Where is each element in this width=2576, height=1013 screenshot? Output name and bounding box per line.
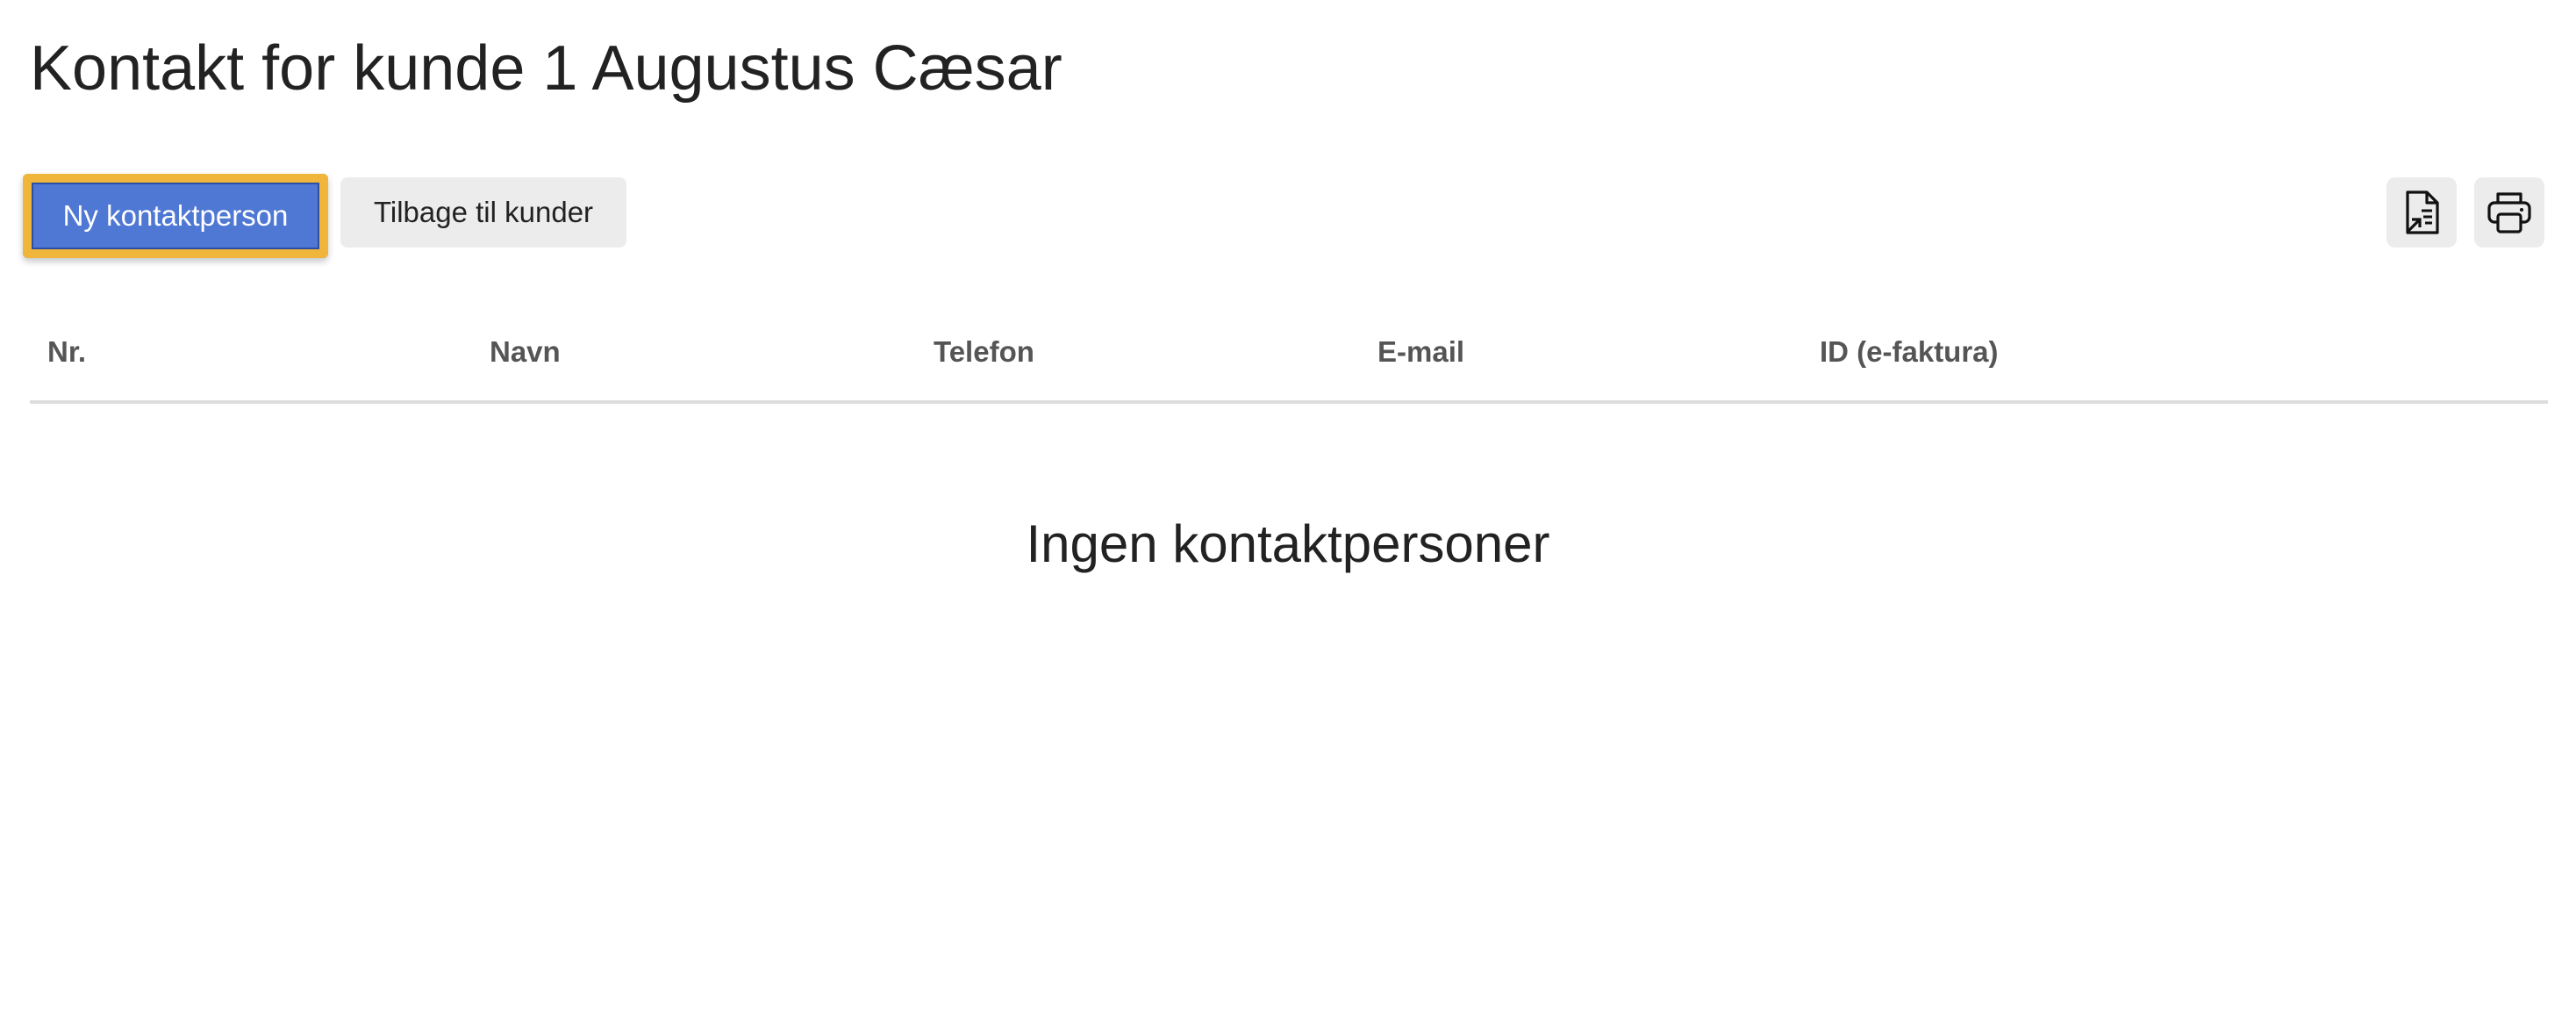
print-button[interactable] <box>2474 177 2544 248</box>
page-title: Kontakt for kunde 1 Augustus Cæsar <box>30 33 1063 104</box>
empty-state-message: Ingen kontaktpersoner <box>1026 514 1550 573</box>
column-header-telefon[interactable]: Telefon <box>934 335 1034 369</box>
file-export-icon <box>2401 190 2443 235</box>
column-header-navn[interactable]: Navn <box>490 335 561 369</box>
column-header-email[interactable]: E-mail <box>1377 335 1464 369</box>
contacts-table: Nr. Navn Telefon E-mail ID (e-faktura) <box>30 316 2548 404</box>
page: Kontakt for kunde 1 Augustus Cæsar Ny ko… <box>0 0 2576 1013</box>
column-header-nr[interactable]: Nr. <box>47 335 86 369</box>
new-contact-button[interactable]: Ny kontaktperson <box>23 174 328 258</box>
column-header-id-efaktura[interactable]: ID (e-faktura) <box>1820 335 1999 369</box>
export-button[interactable] <box>2386 177 2457 248</box>
toolbar: Ny kontaktperson Tilbage til kunder <box>23 174 2548 258</box>
back-to-customers-button[interactable]: Tilbage til kunder <box>340 177 626 248</box>
printer-icon <box>2486 190 2533 235</box>
table-header: Nr. Navn Telefon E-mail ID (e-faktura) <box>30 316 2548 404</box>
